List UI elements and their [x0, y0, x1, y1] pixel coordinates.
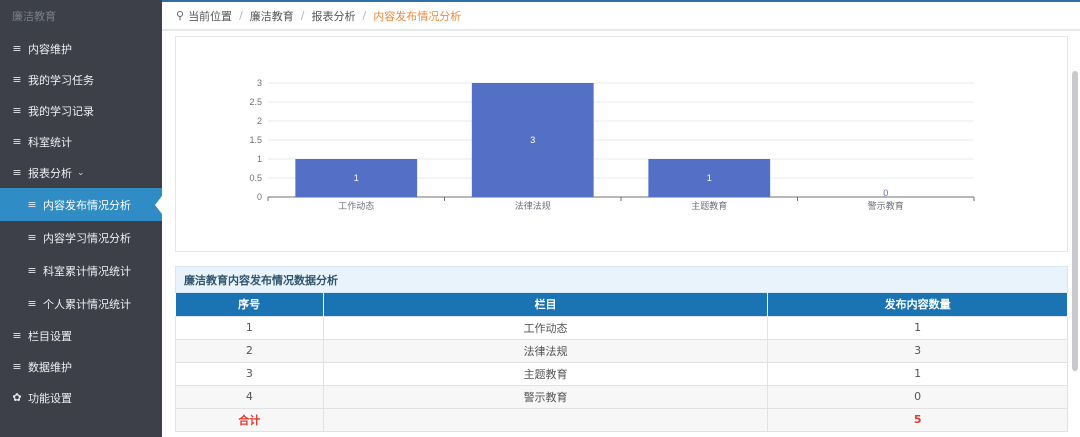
sidebar-item-label: 内容发布情况分析: [43, 198, 131, 212]
menu-icon: ≡: [12, 135, 22, 148]
y-tick-label: 2: [257, 116, 262, 126]
x-tick-label: 警示教育: [868, 200, 904, 211]
menu-icon: ≡: [12, 166, 22, 179]
menu-icon: ≡: [27, 198, 37, 211]
bar-data-label: 1: [707, 173, 712, 183]
breadcrumb-current: 内容发布情况分析: [373, 9, 462, 23]
breadcrumb-separator: /: [362, 9, 367, 22]
table-cell: 1: [175, 315, 324, 340]
table-row: 2 法律法规 3: [175, 338, 1068, 363]
y-tick-label: 1: [257, 154, 262, 164]
bar-chart: 0 0.5 1 1.5 2 2.5 3 1 工作动态 3 法律法规 1 主题教育 0 警示教育: [249, 78, 975, 211]
table-cell: 3: [175, 361, 324, 386]
table-cell: 0: [767, 384, 1068, 409]
column-header: 序号: [175, 293, 324, 316]
y-tick-label: 2.5: [249, 97, 262, 107]
table-panel: 廉洁教育内容发布情况数据分析 序号 栏目 发布内容数量 1 工作动态 1 2 法…: [175, 266, 1068, 437]
sidebar-item-dept-stats[interactable]: ≡ 科室统计: [0, 126, 162, 157]
table-row: 3 主题教育 1: [175, 361, 1068, 386]
total-label: 合计: [175, 407, 324, 432]
table-row: 1 工作动态 1: [175, 315, 1068, 340]
table-cell: [322, 407, 769, 432]
breadcrumb: ⚲ 当前位置 / 廉洁教育 / 报表分析 / 内容发布情况分析: [162, 2, 1080, 30]
table-total-row: 合计 5: [175, 407, 1068, 432]
menu-icon: ≡: [12, 360, 22, 373]
x-tick-label: 工作动态: [338, 200, 374, 211]
active-caret: [155, 195, 162, 214]
table-title: 廉洁教育内容发布情况数据分析: [175, 266, 1068, 293]
sidebar-item-label: 功能设置: [28, 391, 72, 405]
table-cell: 1: [767, 361, 1068, 386]
table-cell: 工作动态: [322, 315, 769, 340]
chevron-down-icon: ⌄: [77, 167, 85, 178]
y-tick-label: 0.5: [249, 173, 262, 183]
column-header: 栏目: [323, 293, 769, 316]
sidebar-item-label: 我的学习任务: [28, 73, 94, 87]
menu-icon: ≡: [12, 104, 22, 117]
table-cell: 警示教育: [322, 384, 769, 409]
sidebar-item-label: 个人累计情况统计: [43, 297, 131, 311]
bar-data-label: 0: [883, 188, 888, 198]
sidebar-item-label: 报表分析: [28, 166, 72, 180]
y-tick-label: 0: [257, 192, 262, 202]
sidebar-item-label: 科室累计情况统计: [43, 264, 131, 278]
sidebar-item-label: 科室统计: [28, 135, 72, 149]
breadcrumb-separator: /: [300, 9, 305, 22]
x-tick-label: 法律法规: [515, 200, 551, 211]
sidebar-item-dept-cumulative[interactable]: ≡ 科室累计情况统计: [0, 254, 162, 287]
vertical-scrollbar[interactable]: [1072, 71, 1078, 371]
sidebar-item-function-settings[interactable]: ✿ 功能设置: [0, 382, 162, 413]
sidebar-item-data-maintenance[interactable]: ≡ 数据维护: [0, 351, 162, 382]
breadcrumb-item[interactable]: 廉洁教育: [250, 8, 294, 24]
breadcrumb-prefix: 当前位置: [188, 9, 233, 23]
sidebar-item-publish-analysis[interactable]: ≡ 内容发布情况分析: [0, 188, 162, 221]
menu-icon: ≡: [12, 42, 22, 55]
sidebar-item-content-maintenance[interactable]: ≡ 内容维护: [0, 33, 162, 64]
breadcrumb-item[interactable]: 报表分析: [312, 8, 356, 24]
sidebar-item-label: 栏目设置: [28, 329, 72, 343]
sidebar-item-study-analysis[interactable]: ≡ 内容学习情况分析: [0, 221, 162, 254]
table-cell: 3: [767, 338, 1068, 363]
menu-icon: ≡: [27, 297, 37, 310]
bar-data-label: 3: [530, 135, 535, 145]
sidebar: 廉洁教育 ≡ 内容维护 ≡ 我的学习任务 ≡ 我的学习记录 ≡ 科室统计 ≡ 报…: [0, 0, 162, 437]
sidebar-item-my-tasks[interactable]: ≡ 我的学习任务: [0, 64, 162, 95]
menu-icon: ≡: [27, 264, 37, 277]
sidebar-item-report-analysis[interactable]: ≡ 报表分析 ⌄: [0, 157, 162, 188]
sidebar-item-personal-cumulative[interactable]: ≡ 个人累计情况统计: [0, 287, 162, 320]
sidebar-item-my-records[interactable]: ≡ 我的学习记录: [0, 95, 162, 126]
sidebar-item-column-settings[interactable]: ≡ 栏目设置: [0, 320, 162, 351]
y-tick-label: 3: [257, 78, 262, 88]
bar-data-label: 1: [354, 173, 359, 183]
table-cell: 法律法规: [322, 338, 769, 363]
menu-icon: ≡: [27, 231, 37, 244]
gear-icon: ✿: [12, 391, 22, 404]
table-cell: 1: [767, 315, 1068, 340]
x-tick-label: 主题教育: [691, 200, 727, 211]
menu-icon: ≡: [12, 329, 22, 342]
location-pin-icon: ⚲: [176, 9, 185, 22]
table-cell: 主题教育: [322, 361, 769, 386]
y-tick-label: 1.5: [249, 135, 262, 145]
sidebar-item-label: 内容学习情况分析: [43, 231, 131, 245]
sidebar-item-label: 内容维护: [28, 42, 72, 56]
column-header: 发布内容数量: [767, 293, 1068, 316]
chart-panel: 0 0.5 1 1.5 2 2.5 3 1 工作动态 3 法律法规 1 主题教育 0 警示教育: [175, 36, 1068, 252]
sidebar-item-label: 数据维护: [28, 360, 72, 374]
data-table: 序号 栏目 发布内容数量 1 工作动态 1 2 法律法规 3 3 主题教育 1 …: [175, 293, 1068, 432]
table-cell: 2: [175, 338, 324, 363]
sidebar-item-label: 我的学习记录: [28, 104, 94, 118]
breadcrumb-separator: /: [239, 9, 243, 22]
total-value: 5: [767, 407, 1068, 432]
table-cell: 4: [175, 384, 324, 409]
sidebar-title: 廉洁教育: [12, 10, 56, 23]
table-row: 4 警示教育 0: [175, 384, 1068, 409]
main-content: 0 0.5 1 1.5 2 2.5 3 1 工作动态 3 法律法规 1 主题教育 0 警示教育 廉洁教育内容…: [162, 31, 1080, 437]
menu-icon: ≡: [12, 73, 22, 86]
